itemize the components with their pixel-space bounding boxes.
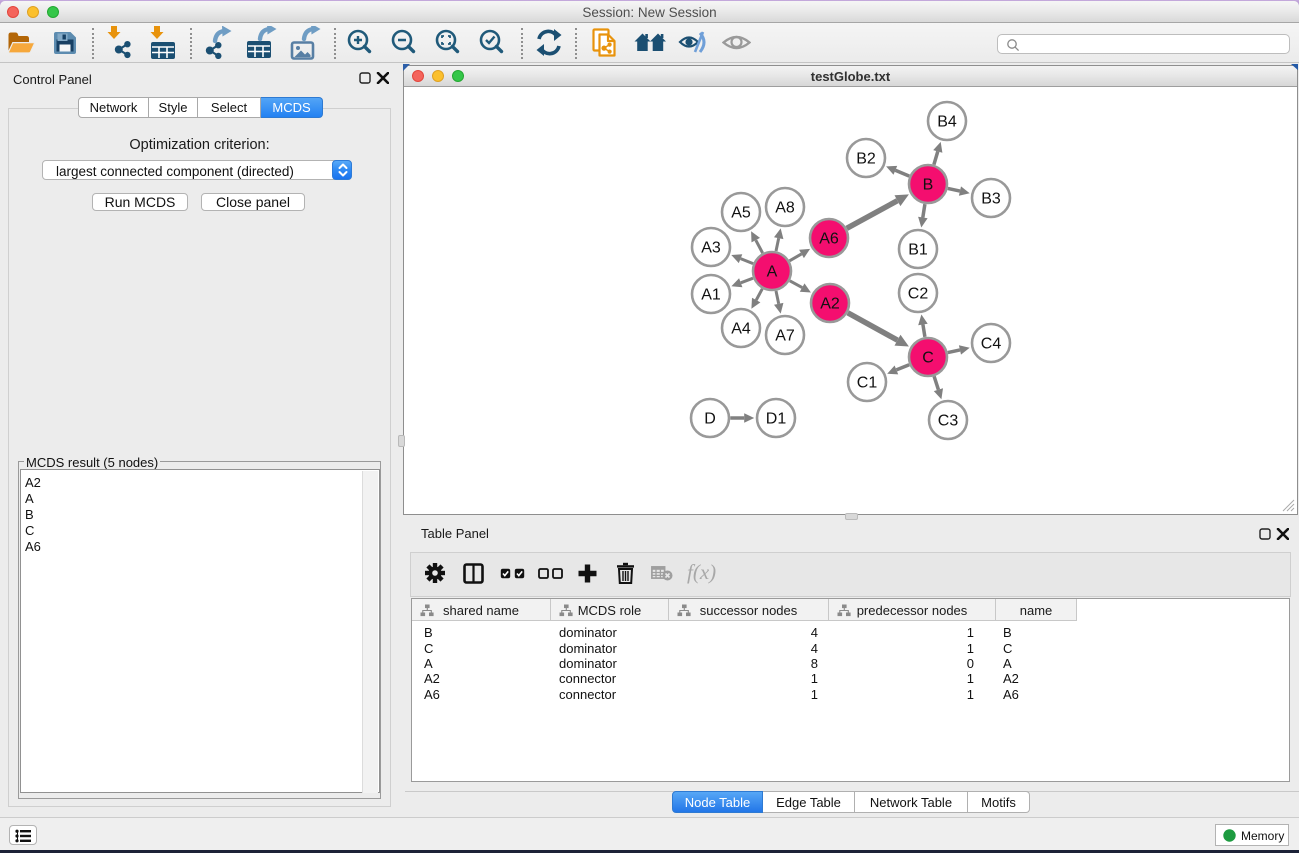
svg-text:B3: B3 (981, 191, 1001, 208)
svg-text:C4: C4 (981, 336, 1002, 353)
svg-text:D: D (704, 411, 716, 428)
svg-text:C2: C2 (908, 286, 929, 303)
svg-text:A6: A6 (819, 231, 839, 248)
svg-text:A4: A4 (731, 321, 751, 338)
svg-text:A2: A2 (820, 296, 840, 313)
svg-text:A: A (767, 264, 778, 281)
svg-text:A7: A7 (775, 328, 795, 345)
svg-text:A1: A1 (701, 287, 721, 304)
svg-text:C3: C3 (938, 413, 959, 430)
svg-text:B4: B4 (937, 114, 957, 131)
svg-text:C1: C1 (857, 375, 878, 392)
svg-text:A5: A5 (731, 205, 751, 222)
svg-text:B2: B2 (856, 151, 876, 168)
svg-text:A8: A8 (775, 200, 795, 217)
svg-text:B1: B1 (908, 242, 928, 259)
svg-text:B: B (923, 177, 934, 194)
svg-text:A3: A3 (701, 240, 721, 257)
svg-text:C: C (922, 350, 934, 367)
svg-text:D1: D1 (766, 411, 787, 428)
